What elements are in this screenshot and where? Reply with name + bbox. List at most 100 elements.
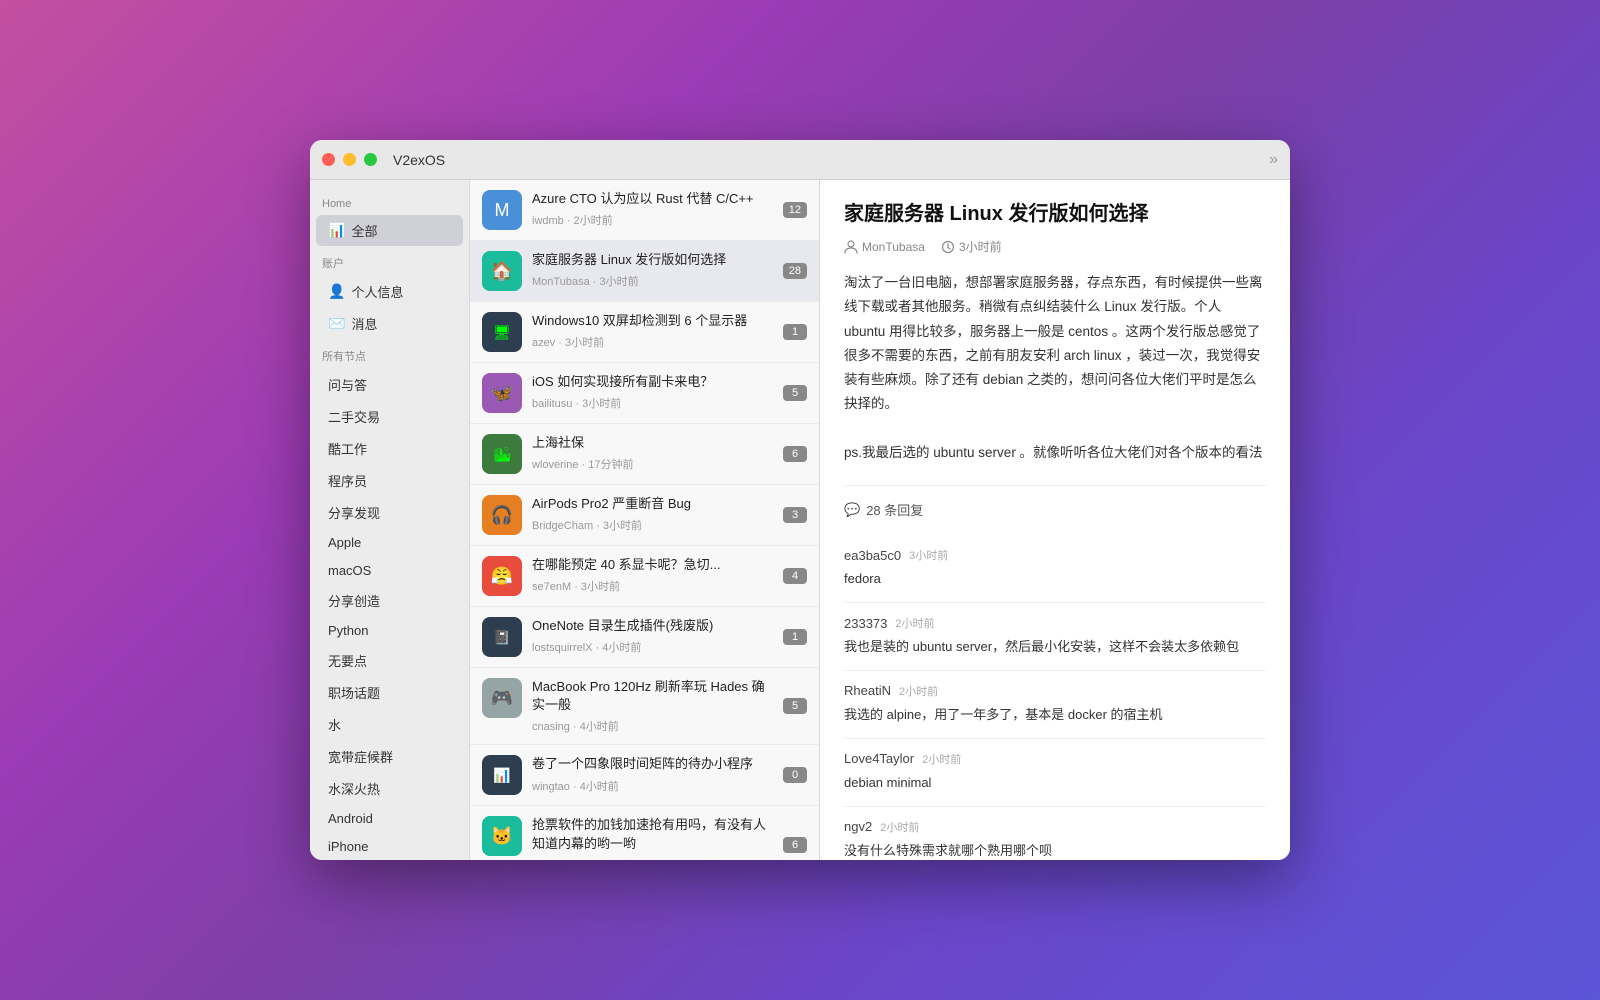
sidebar-node-label-4: 分享发现 bbox=[328, 503, 380, 522]
sidebar-node-label-5: 分享创造 bbox=[328, 591, 380, 610]
sidebar-item-5[interactable]: 分享创造 bbox=[316, 585, 463, 616]
post-meta-4: bailitusu · 3小时前 bbox=[532, 395, 773, 411]
traffic-lights bbox=[322, 153, 377, 166]
post-item-1[interactable]: M Azure CTO 认为应以 Rust 代替 C/C++ iwdmb · 2… bbox=[470, 180, 819, 241]
sidebar-item-8[interactable]: 宽带症候群 bbox=[316, 741, 463, 772]
sidebar-item-macos[interactable]: macOS bbox=[316, 557, 463, 584]
comment-header-1: ea3ba5c0 3小时前 bbox=[844, 547, 1266, 563]
post-item-9[interactable]: 🎮 MacBook Pro 120Hz 刷新率玩 Hades 确实一般 cnas… bbox=[470, 668, 819, 745]
post-body-2: 家庭服务器 Linux 发行版如何选择 MonTubasa · 3小时前 bbox=[532, 251, 773, 289]
detail-author-icon: MonTubasa bbox=[844, 240, 925, 254]
sidebar-item-2[interactable]: 酷工作 bbox=[316, 433, 463, 464]
post-body-8: OneNote 目录生成插件(残废版) lostsquirrelX · 4小时前 bbox=[532, 617, 773, 655]
sidebar-item-message[interactable]: ✉️ 消息 bbox=[316, 308, 463, 339]
sidebar-item-1[interactable]: 二手交易 bbox=[316, 401, 463, 432]
comment-user-4: Love4Taylor bbox=[844, 751, 914, 766]
post-count-5: 6 bbox=[783, 446, 807, 462]
post-avatar-9: 🎮 bbox=[482, 678, 522, 718]
post-body-10: 卷了一个四象限时间矩阵的待办小程序 wingtao · 4小时前 bbox=[532, 755, 773, 793]
sidebar-profile-label: 个人信息 bbox=[351, 282, 403, 301]
detail-title: 家庭服务器 Linux 发行版如何选择 bbox=[844, 200, 1266, 228]
comment-body-4: debian minimal bbox=[844, 773, 1266, 794]
post-item-5[interactable]: 🏙 上海社保 wloverine · 17分钟前 6 bbox=[470, 424, 819, 485]
reply-count: 💬 28 条回复 bbox=[844, 485, 1266, 519]
post-meta-1: iwdmb · 2小时前 bbox=[532, 212, 773, 228]
post-title-6: AirPods Pro2 严重断音 Bug bbox=[532, 495, 773, 513]
sidebar-node-label-python: Python bbox=[328, 623, 368, 638]
sidebar-home-label: Home bbox=[310, 190, 469, 214]
post-item-3[interactable]: 🖥 Windows10 双屏却检测到 6 个显示器 azev · 3小时前 1 bbox=[470, 302, 819, 363]
post-item-4[interactable]: 🦋 iOS 如何实现接所有副卡来电？ bailitusu · 3小时前 5 bbox=[470, 363, 819, 424]
comment-icon: 💬 bbox=[844, 502, 860, 518]
post-body-1: Azure CTO 认为应以 Rust 代替 C/C++ iwdmb · 2小时… bbox=[532, 190, 773, 228]
comment-user-1: ea3ba5c0 bbox=[844, 548, 901, 563]
sidebar-item-4[interactable]: 分享发现 bbox=[316, 497, 463, 528]
comment-user-2: 233373 bbox=[844, 616, 887, 631]
sidebar-item-apple[interactable]: Apple bbox=[316, 529, 463, 556]
comment-header-2: 233373 2小时前 bbox=[844, 615, 1266, 631]
comment-body-5: 没有什么特殊需求就哪个熟用哪个呗 bbox=[844, 841, 1266, 860]
sidebar-item-3[interactable]: 程序员 bbox=[316, 465, 463, 496]
sidebar-node-label-3: 程序员 bbox=[328, 471, 367, 490]
sidebar-node-label-7: 职场话题 bbox=[328, 683, 380, 702]
post-count-10: 0 bbox=[783, 767, 807, 783]
sidebar-item-python[interactable]: Python bbox=[316, 617, 463, 644]
post-title-9: MacBook Pro 120Hz 刷新率玩 Hades 确实一般 bbox=[532, 678, 773, 714]
detail-panel: 家庭服务器 Linux 发行版如何选择 MonTubasa 3小时前 bbox=[820, 180, 1290, 860]
sidebar-node-label-9: 水深火热 bbox=[328, 779, 380, 798]
post-meta-9: cnasing · 4小时前 bbox=[532, 718, 773, 734]
post-item-6[interactable]: 🎧 AirPods Pro2 严重断音 Bug BridgeCham · 3小时… bbox=[470, 485, 819, 546]
sidebar-node-label-0: 问与答 bbox=[328, 375, 367, 394]
mail-icon: ✉️ bbox=[328, 315, 345, 332]
post-meta-3: azev · 3小时前 bbox=[532, 334, 773, 350]
sidebar-item-profile[interactable]: 👤 个人信息 bbox=[316, 276, 463, 307]
post-body-6: AirPods Pro2 严重断音 Bug BridgeCham · 3小时前 bbox=[532, 495, 773, 533]
post-avatar-10: 📊 bbox=[482, 755, 522, 795]
post-meta-8: lostsquirrelX · 4小时前 bbox=[532, 639, 773, 655]
post-item-2[interactable]: 🏠 家庭服务器 Linux 发行版如何选择 MonTubasa · 3小时前 2… bbox=[470, 241, 819, 302]
comment-5: ngv2 2小时前 没有什么特殊需求就哪个熟用哪个呗 bbox=[844, 807, 1266, 860]
sidebar-item-7[interactable]: 职场话题 bbox=[316, 677, 463, 708]
reply-count-text: 28 条回复 bbox=[866, 500, 923, 519]
post-body-11: 抢票软件的加钱加速抢有用吗，有没有人知道内幕的哟一哟 proxytoworld … bbox=[532, 816, 773, 860]
post-meta-7: se7enM · 3小时前 bbox=[532, 578, 773, 594]
post-count-8: 1 bbox=[783, 629, 807, 645]
expand-icon[interactable]: » bbox=[1269, 151, 1278, 169]
post-count-9: 5 bbox=[783, 698, 807, 714]
detail-time: 3小时前 bbox=[959, 238, 1002, 255]
sidebar-item-iphone[interactable]: iPhone bbox=[316, 833, 463, 860]
sidebar-item-9[interactable]: 水深火热 bbox=[316, 773, 463, 804]
post-body-9: MacBook Pro 120Hz 刷新率玩 Hades 确实一般 cnasin… bbox=[532, 678, 773, 734]
sidebar-item-water[interactable]: 水 bbox=[316, 709, 463, 740]
post-item-11[interactable]: 🐱 抢票软件的加钱加速抢有用吗，有没有人知道内幕的哟一哟 proxytoworl… bbox=[470, 806, 819, 860]
comment-user-3: RheatiN bbox=[844, 683, 891, 698]
comment-body-3: 我选的 alpine，用了一年多了，基本是 docker 的宿主机 bbox=[844, 705, 1266, 726]
sidebar-node-label-apple: Apple bbox=[328, 535, 361, 550]
post-avatar-1: M bbox=[482, 190, 522, 230]
sidebar-message-label: 消息 bbox=[351, 314, 377, 333]
post-avatar-7: 😤 bbox=[482, 556, 522, 596]
post-title-10: 卷了一个四象限时间矩阵的待办小程序 bbox=[532, 755, 773, 773]
window-title: V2exOS bbox=[393, 152, 1269, 168]
main-content: Home 📊 全部 账户 👤 个人信息 ✉️ 消息 所有节点 问与答 二手交易 bbox=[310, 180, 1290, 860]
post-item-8[interactable]: 📓 OneNote 目录生成插件(残废版) lostsquirrelX · 4小… bbox=[470, 607, 819, 668]
comment-1: ea3ba5c0 3小时前 fedora bbox=[844, 535, 1266, 603]
post-title-8: OneNote 目录生成插件(残废版) bbox=[532, 617, 773, 635]
fullscreen-button[interactable] bbox=[364, 153, 377, 166]
bar-chart-icon: 📊 bbox=[328, 222, 345, 239]
comment-user-5: ngv2 bbox=[844, 819, 872, 834]
sidebar-item-6[interactable]: 无要点 bbox=[316, 645, 463, 676]
sidebar-item-0[interactable]: 问与答 bbox=[316, 369, 463, 400]
sidebar-item-all[interactable]: 📊 全部 bbox=[316, 215, 463, 246]
post-meta-11: proxytoworld · 4小时前 bbox=[532, 857, 773, 860]
post-item-10[interactable]: 📊 卷了一个四象限时间矩阵的待办小程序 wingtao · 4小时前 0 bbox=[470, 745, 819, 806]
post-title-4: iOS 如何实现接所有副卡来电？ bbox=[532, 373, 773, 391]
close-button[interactable] bbox=[322, 153, 335, 166]
sidebar-node-label-2: 酷工作 bbox=[328, 439, 367, 458]
post-avatar-5: 🏙 bbox=[482, 434, 522, 474]
sidebar-item-android[interactable]: Android bbox=[316, 805, 463, 832]
sidebar-node-label-macos: macOS bbox=[328, 563, 371, 578]
minimize-button[interactable] bbox=[343, 153, 356, 166]
post-item-7[interactable]: 😤 在哪能预定 40 系显卡呢？急切... se7enM · 3小时前 4 bbox=[470, 546, 819, 607]
post-count-1: 12 bbox=[783, 202, 807, 218]
